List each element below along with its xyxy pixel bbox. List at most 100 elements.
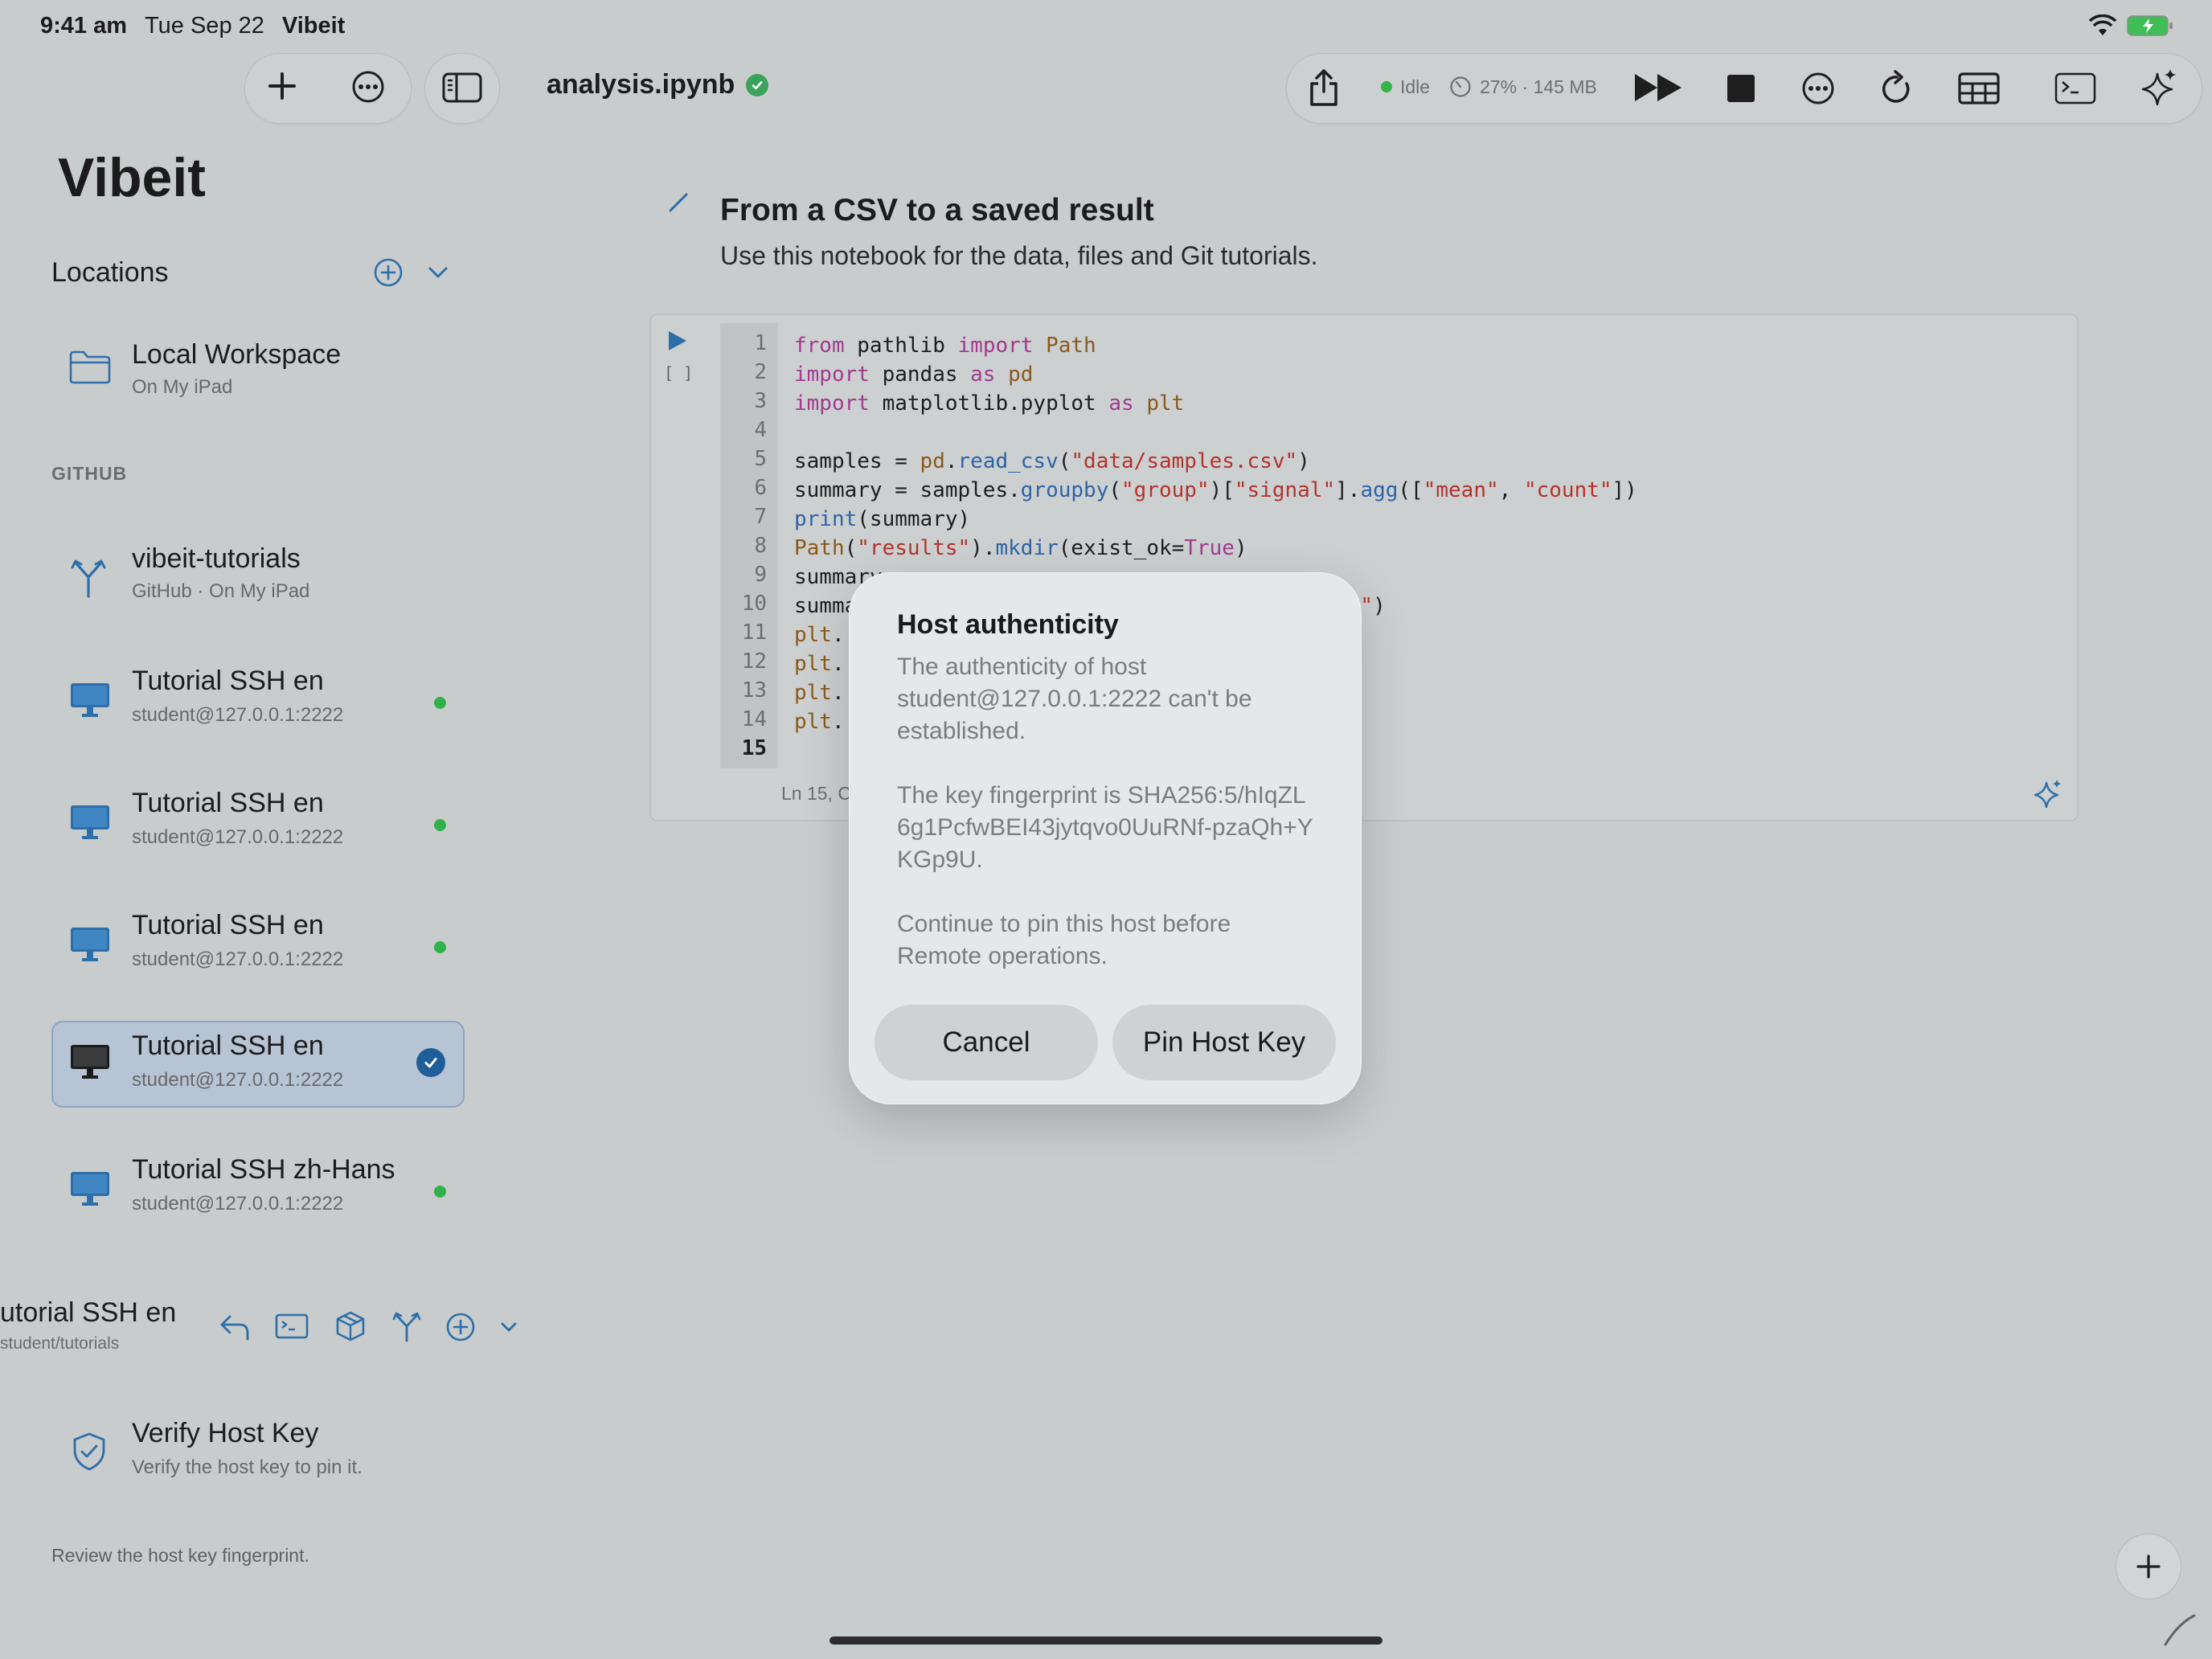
resource-usage-label: 27% · 145 MB bbox=[1480, 76, 1597, 97]
code-line: Path("results").mkdir(exist_ok=True) bbox=[794, 536, 1247, 560]
run-all-icon[interactable] bbox=[1633, 72, 1685, 103]
terminal-icon[interactable] bbox=[275, 1313, 309, 1339]
markdown-cell-body: Use this notebook for the data, files an… bbox=[720, 241, 1318, 270]
branch-icon bbox=[71, 556, 106, 598]
host-authenticity-dialog: Host authenticity The authenticity of ho… bbox=[849, 572, 1362, 1104]
dialog-message-fingerprint: The key fingerprint is SHA256:5/hIqZL6g1… bbox=[897, 782, 1313, 873]
pencil-scribble-icon[interactable] bbox=[2162, 1612, 2198, 1648]
line-number-gutter: 1 2 3 4 5 6 7 8 9 10 11 12 13 14 15 bbox=[720, 323, 778, 768]
location-title: Tutorial SSH en bbox=[132, 666, 324, 696]
code-line: print(summary) bbox=[794, 507, 971, 531]
code-line: from pathlib import Path bbox=[794, 334, 1096, 358]
desktop-icon bbox=[69, 1170, 111, 1207]
branch-icon[interactable] bbox=[392, 1310, 421, 1342]
status-bar: 9:41 am Tue Sep 22 Vibeit bbox=[40, 13, 345, 39]
ellipsis-icon[interactable] bbox=[350, 69, 386, 104]
line-number: 5 bbox=[754, 447, 767, 471]
line-number: 9 bbox=[754, 563, 767, 587]
code-line: summary = samples.groupby("group")["sign… bbox=[794, 478, 1637, 502]
plus-icon[interactable] bbox=[265, 69, 299, 103]
dialog-message-instruction: Continue to pin this host before Remote … bbox=[897, 911, 1231, 969]
line-number: 1 bbox=[754, 331, 767, 355]
more-icon[interactable] bbox=[1800, 71, 1836, 106]
chevron-down-icon[interactable] bbox=[500, 1321, 518, 1333]
edit-pencil-icon[interactable] bbox=[667, 191, 690, 214]
current-location-title: utorial SSH en bbox=[0, 1297, 177, 1328]
locations-heading: Locations bbox=[51, 257, 169, 288]
restart-icon[interactable] bbox=[1879, 69, 1915, 108]
verify-host-key-action[interactable]: Verify Host Key Verify the host key to p… bbox=[51, 1415, 461, 1495]
gauge-icon bbox=[1449, 76, 1472, 98]
chevron-down-icon[interactable] bbox=[428, 265, 449, 280]
desktop-icon bbox=[69, 682, 111, 719]
stop-icon[interactable] bbox=[1727, 74, 1755, 103]
github-section-caption: GITHUB bbox=[51, 463, 128, 484]
wifi-icon bbox=[2088, 14, 2117, 37]
location-ssh-zh-hans[interactable]: Tutorial SSH zh-Hans student@127.0.0.1:2… bbox=[51, 1154, 461, 1231]
kernel-state-label: Idle bbox=[1400, 76, 1431, 97]
line-number: 8 bbox=[754, 534, 767, 558]
line-number: 10 bbox=[741, 592, 767, 616]
connected-status-dot bbox=[434, 941, 446, 953]
verify-subtitle: Verify the host key to pin it. bbox=[132, 1456, 363, 1478]
home-indicator bbox=[830, 1636, 1382, 1645]
location-subtitle: student@127.0.0.1:2222 bbox=[132, 948, 344, 970]
cursor-position: Ln 15, C bbox=[781, 783, 851, 804]
sparkles-icon[interactable] bbox=[2141, 68, 2178, 108]
location-vibeit-tutorials[interactable]: vibeit-tutorials GitHub · On My iPad bbox=[51, 543, 453, 616]
location-title: Local Workspace bbox=[132, 339, 342, 370]
sidebar-hint: Review the host key fingerprint. bbox=[51, 1545, 309, 1566]
status-app-name: Vibeit bbox=[281, 13, 346, 39]
markdown-cell-title: From a CSV to a saved result bbox=[720, 193, 1154, 227]
location-ssh-selected[interactable]: Tutorial SSH en student@127.0.0.1:2222 bbox=[51, 1021, 465, 1108]
location-title: Tutorial SSH zh-Hans bbox=[132, 1154, 395, 1185]
share-icon[interactable] bbox=[1307, 68, 1341, 108]
location-ssh-2[interactable]: Tutorial SSH en student@127.0.0.1:2222 bbox=[51, 788, 461, 865]
pin-host-key-button[interactable]: Pin Host Key bbox=[1112, 1005, 1336, 1080]
line-number: 3 bbox=[754, 389, 767, 413]
add-location-icon[interactable] bbox=[373, 257, 403, 288]
terminal-icon[interactable] bbox=[2054, 72, 2096, 104]
location-title: vibeit-tutorials bbox=[132, 543, 301, 574]
dialog-message: The authenticity of host student@127.0.0… bbox=[897, 651, 1315, 1005]
plus-icon bbox=[2136, 1555, 2161, 1579]
run-cell-icon[interactable] bbox=[667, 330, 688, 352]
location-subtitle: student@127.0.0.1:2222 bbox=[132, 1193, 344, 1215]
location-ssh-1[interactable]: Tutorial SSH en student@127.0.0.1:2222 bbox=[51, 666, 461, 743]
dialog-title: Host authenticity bbox=[897, 609, 1119, 640]
kernel-status: Idle 27% · 145 MB bbox=[1381, 76, 1597, 98]
desktop-icon bbox=[69, 804, 111, 841]
dialog-message-host: The authenticity of host student@127.0.0… bbox=[897, 653, 1252, 744]
cancel-button[interactable]: Cancel bbox=[875, 1005, 1098, 1080]
notebook-filename[interactable]: analysis.ipynb bbox=[547, 69, 769, 100]
location-subtitle: GitHub · On My iPad bbox=[132, 580, 310, 602]
connected-status-dot bbox=[434, 819, 446, 831]
saved-check-icon bbox=[746, 73, 769, 96]
table-icon[interactable] bbox=[1958, 72, 2000, 104]
location-subtitle: student@127.0.0.1:2222 bbox=[132, 1069, 344, 1091]
desktop-icon bbox=[69, 926, 111, 963]
location-title: Tutorial SSH en bbox=[132, 910, 324, 940]
sidebar-icon[interactable] bbox=[442, 72, 482, 103]
location-local-workspace[interactable]: Local Workspace On My iPad bbox=[51, 338, 453, 410]
verify-title: Verify Host Key bbox=[132, 1418, 319, 1448]
current-location-path: student/tutorials bbox=[0, 1334, 120, 1353]
location-subtitle: On My iPad bbox=[132, 376, 233, 398]
sparkles-icon[interactable] bbox=[2034, 778, 2062, 810]
app-brand-title: Vibeit bbox=[58, 147, 206, 208]
line-number-current: 15 bbox=[741, 736, 767, 760]
location-subtitle: student@127.0.0.1:2222 bbox=[132, 704, 344, 726]
shield-check-icon bbox=[72, 1432, 106, 1471]
back-icon[interactable] bbox=[219, 1313, 251, 1341]
line-number: 2 bbox=[754, 360, 767, 384]
desktop-icon bbox=[69, 1043, 111, 1080]
line-number: 4 bbox=[754, 418, 767, 442]
new-cell-button[interactable] bbox=[2116, 1534, 2181, 1600]
package-icon[interactable] bbox=[334, 1310, 367, 1342]
location-ssh-3[interactable]: Tutorial SSH en student@127.0.0.1:2222 bbox=[51, 910, 461, 987]
add-circle-icon[interactable] bbox=[445, 1312, 476, 1342]
location-title: Tutorial SSH en bbox=[132, 1030, 324, 1061]
location-subtitle: student@127.0.0.1:2222 bbox=[132, 826, 344, 848]
code-line: import pandas as pd bbox=[794, 363, 1034, 387]
